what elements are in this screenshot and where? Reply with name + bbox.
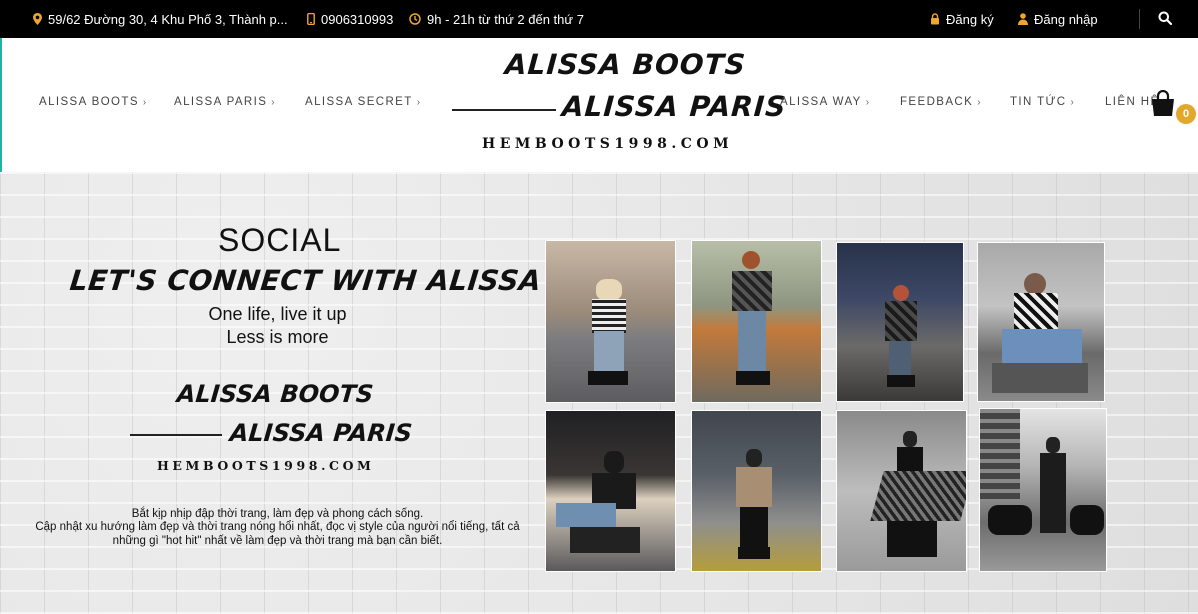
phone-info[interactable]: 0906310993	[307, 0, 393, 38]
nav-label[interactable]: ALISSA PARIS	[174, 96, 267, 108]
banner-logo-line-2: ALISSA PARIS	[228, 419, 414, 447]
map-pin-icon	[33, 13, 42, 25]
site-header: ALISSA BOOTS › ALISSA PARIS › ALISSA SECRE…	[0, 38, 1198, 172]
lock-icon	[930, 13, 940, 25]
logo-line-1: ALISSA BOOTS	[503, 48, 748, 81]
social-photo[interactable]	[691, 410, 822, 572]
chevron-right-icon: ›	[142, 96, 148, 108]
logo-line-2: ALISSA PARIS	[560, 90, 788, 123]
phone-text[interactable]: 0906310993	[321, 12, 393, 27]
nav-label[interactable]: FEEDBACK	[900, 96, 973, 108]
social-photo[interactable]	[836, 410, 967, 572]
connect-heading: LET'S CONNECT WITH ALISSA	[68, 264, 544, 297]
logo-divider	[452, 109, 556, 111]
login-link[interactable]: Đăng nhập	[1018, 0, 1098, 38]
site-logo[interactable]: ALISSA BOOTS ALISSA PARIS HEMBOOTS1998.C…	[450, 48, 788, 158]
banner-logo-url: HEMBOOTS1998.COM	[157, 458, 375, 473]
social-photo[interactable]	[545, 410, 676, 572]
logo-url: HEMBOOTS1998.COM	[482, 136, 734, 152]
top-bar: 59/62 Đường 30, 4 Khu Phố 3, Thành p... …	[0, 0, 1198, 38]
address-text: 59/62 Đường 30, 4 Khu Phố 3, Thành p...	[48, 11, 288, 27]
nav-label[interactable]: TIN TỨC	[1010, 96, 1066, 108]
nav-item-alissa-secret[interactable]: ALISSA SECRET ›	[305, 96, 421, 108]
register-label[interactable]: Đăng ký	[946, 12, 994, 27]
social-banner: SOCIAL LET'S CONNECT WITH ALISSA One lif…	[0, 172, 1198, 614]
social-photo[interactable]	[691, 240, 822, 403]
nav-item-alissa-boots[interactable]: ALISSA BOOTS ›	[39, 96, 148, 108]
nav-label[interactable]: ALISSA BOOTS	[39, 96, 139, 108]
login-label[interactable]: Đăng nhập	[1034, 12, 1098, 27]
chevron-right-icon: ›	[1070, 96, 1076, 108]
nav-item-alissa-way[interactable]: ALISSA WAY ›	[780, 96, 870, 108]
nav-item-alissa-paris[interactable]: ALISSA PARIS ›	[174, 96, 276, 108]
social-photo[interactable]	[545, 240, 676, 403]
social-photo[interactable]	[979, 408, 1107, 572]
user-icon	[1018, 13, 1028, 25]
register-link[interactable]: Đăng ký	[930, 0, 994, 38]
nav-item-tin-tuc[interactable]: TIN TỨC ›	[1010, 96, 1075, 108]
tagline-2: Less is more	[226, 327, 329, 347]
address-info: 59/62 Đường 30, 4 Khu Phố 3, Thành p...	[33, 0, 288, 38]
social-title: SOCIAL	[218, 222, 342, 258]
clock-icon	[409, 13, 421, 25]
nav-item-feedback[interactable]: FEEDBACK ›	[900, 96, 982, 108]
search-icon[interactable]	[1158, 11, 1173, 26]
chevron-right-icon: ›	[865, 96, 871, 108]
banner-logo-divider	[130, 434, 222, 436]
banner-description-1: Bắt kịp nhịp đập thời trang, làm đẹp và …	[131, 508, 424, 520]
banner-description-2: Cập nhật xu hướng làm đẹp và thời trang …	[35, 521, 520, 547]
cart-count-badge: 0	[1176, 104, 1196, 124]
social-photo[interactable]	[836, 242, 964, 402]
nav-label[interactable]: ALISSA SECRET	[305, 96, 413, 108]
chevron-right-icon: ›	[416, 96, 422, 108]
tagline-1: One life, live it up	[208, 304, 347, 324]
cart-icon[interactable]	[1150, 89, 1176, 118]
chevron-right-icon: ›	[977, 96, 982, 108]
nav-label[interactable]: ALISSA WAY	[780, 96, 862, 108]
banner-logo-line-1: ALISSA BOOTS	[175, 380, 375, 408]
chevron-right-icon: ›	[271, 96, 277, 108]
hours-info: 9h - 21h từ thứ 2 đến thứ 7	[409, 0, 584, 38]
hours-text: 9h - 21h từ thứ 2 đến thứ 7	[427, 11, 584, 27]
phone-icon	[307, 13, 315, 25]
social-photo[interactable]	[977, 242, 1105, 402]
topbar-divider	[1139, 9, 1140, 29]
